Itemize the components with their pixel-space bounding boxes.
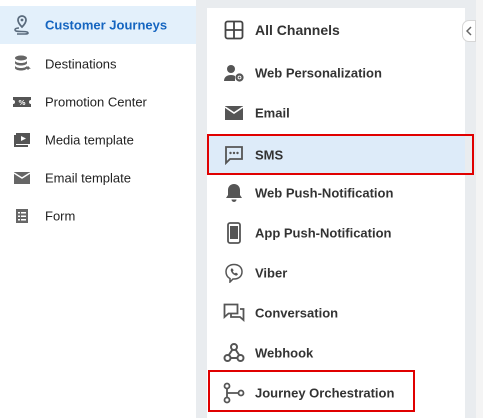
sidebar-item-label: Media template [45, 132, 134, 148]
webhook-icon [223, 342, 245, 364]
sidebar-item-media-template[interactable]: Media template [0, 121, 196, 159]
channel-label: App Push-Notification [255, 225, 392, 241]
channel-label: Web Push-Notification [255, 185, 394, 201]
sidebar-item-email-template[interactable]: Email template [0, 159, 196, 197]
channel-all-channels[interactable]: All Channels [207, 10, 465, 50]
channel-label: Web Personalization [255, 65, 382, 81]
channel-journey-orchestration[interactable]: Journey Orchestration [207, 373, 465, 413]
orchestration-icon [223, 382, 245, 404]
sidebar-item-form[interactable]: Form [0, 197, 196, 235]
channel-label: All Channels [255, 22, 340, 38]
sidebar-item-promotion-center[interactable]: % Promotion Center [0, 83, 196, 121]
user-gear-icon [223, 62, 245, 84]
conversation-icon [223, 302, 245, 324]
sidebar-item-customer-journeys[interactable]: Customer Journeys [0, 6, 196, 44]
sidebar-item-destinations[interactable]: Destinations [0, 45, 196, 83]
sidebar: Customer Journeys Destinations % Promoti… [0, 0, 196, 418]
chevron-left-icon [466, 26, 472, 36]
email-icon [223, 102, 245, 124]
channel-web-push-notification[interactable]: Web Push-Notification [207, 173, 465, 213]
envelope-icon [11, 167, 33, 189]
media-template-icon [11, 129, 33, 151]
sidebar-item-label: Customer Journeys [45, 17, 168, 33]
collapse-panel-button[interactable] [462, 20, 476, 42]
scrollbar-track[interactable] [476, 0, 483, 418]
channel-email[interactable]: Email [207, 93, 465, 133]
channel-webhook[interactable]: Webhook [207, 333, 465, 373]
channel-label: Conversation [255, 305, 339, 321]
database-icon [11, 53, 33, 75]
form-icon [11, 205, 33, 227]
svg-text:%: % [18, 99, 25, 107]
grid-icon [223, 19, 245, 41]
sidebar-item-label: Destinations [45, 56, 117, 72]
channel-label: Email [255, 105, 290, 121]
channel-viber[interactable]: Viber [207, 253, 465, 293]
channel-label: SMS [255, 147, 284, 163]
mobile-icon [223, 222, 245, 244]
channel-label: Webhook [255, 345, 314, 361]
channel-label: Journey Orchestration [255, 385, 395, 401]
sidebar-item-label: Email template [45, 170, 131, 186]
viber-icon [223, 262, 245, 284]
sidebar-item-label: Promotion Center [45, 94, 147, 110]
ticket-icon: % [11, 91, 33, 113]
sms-icon [223, 144, 245, 166]
channel-web-personalization[interactable]: Web Personalization [207, 53, 465, 93]
channel-label: Viber [255, 265, 288, 281]
channel-app-push-notification[interactable]: App Push-Notification [207, 213, 465, 253]
sidebar-item-label: Form [45, 208, 76, 224]
channels-panel: All Channels Web Personalization Email S… [207, 8, 465, 418]
journey-pin-icon [11, 14, 33, 36]
channel-conversation[interactable]: Conversation [207, 293, 465, 333]
channel-sms[interactable]: SMS [207, 135, 465, 175]
bell-icon [223, 182, 245, 204]
